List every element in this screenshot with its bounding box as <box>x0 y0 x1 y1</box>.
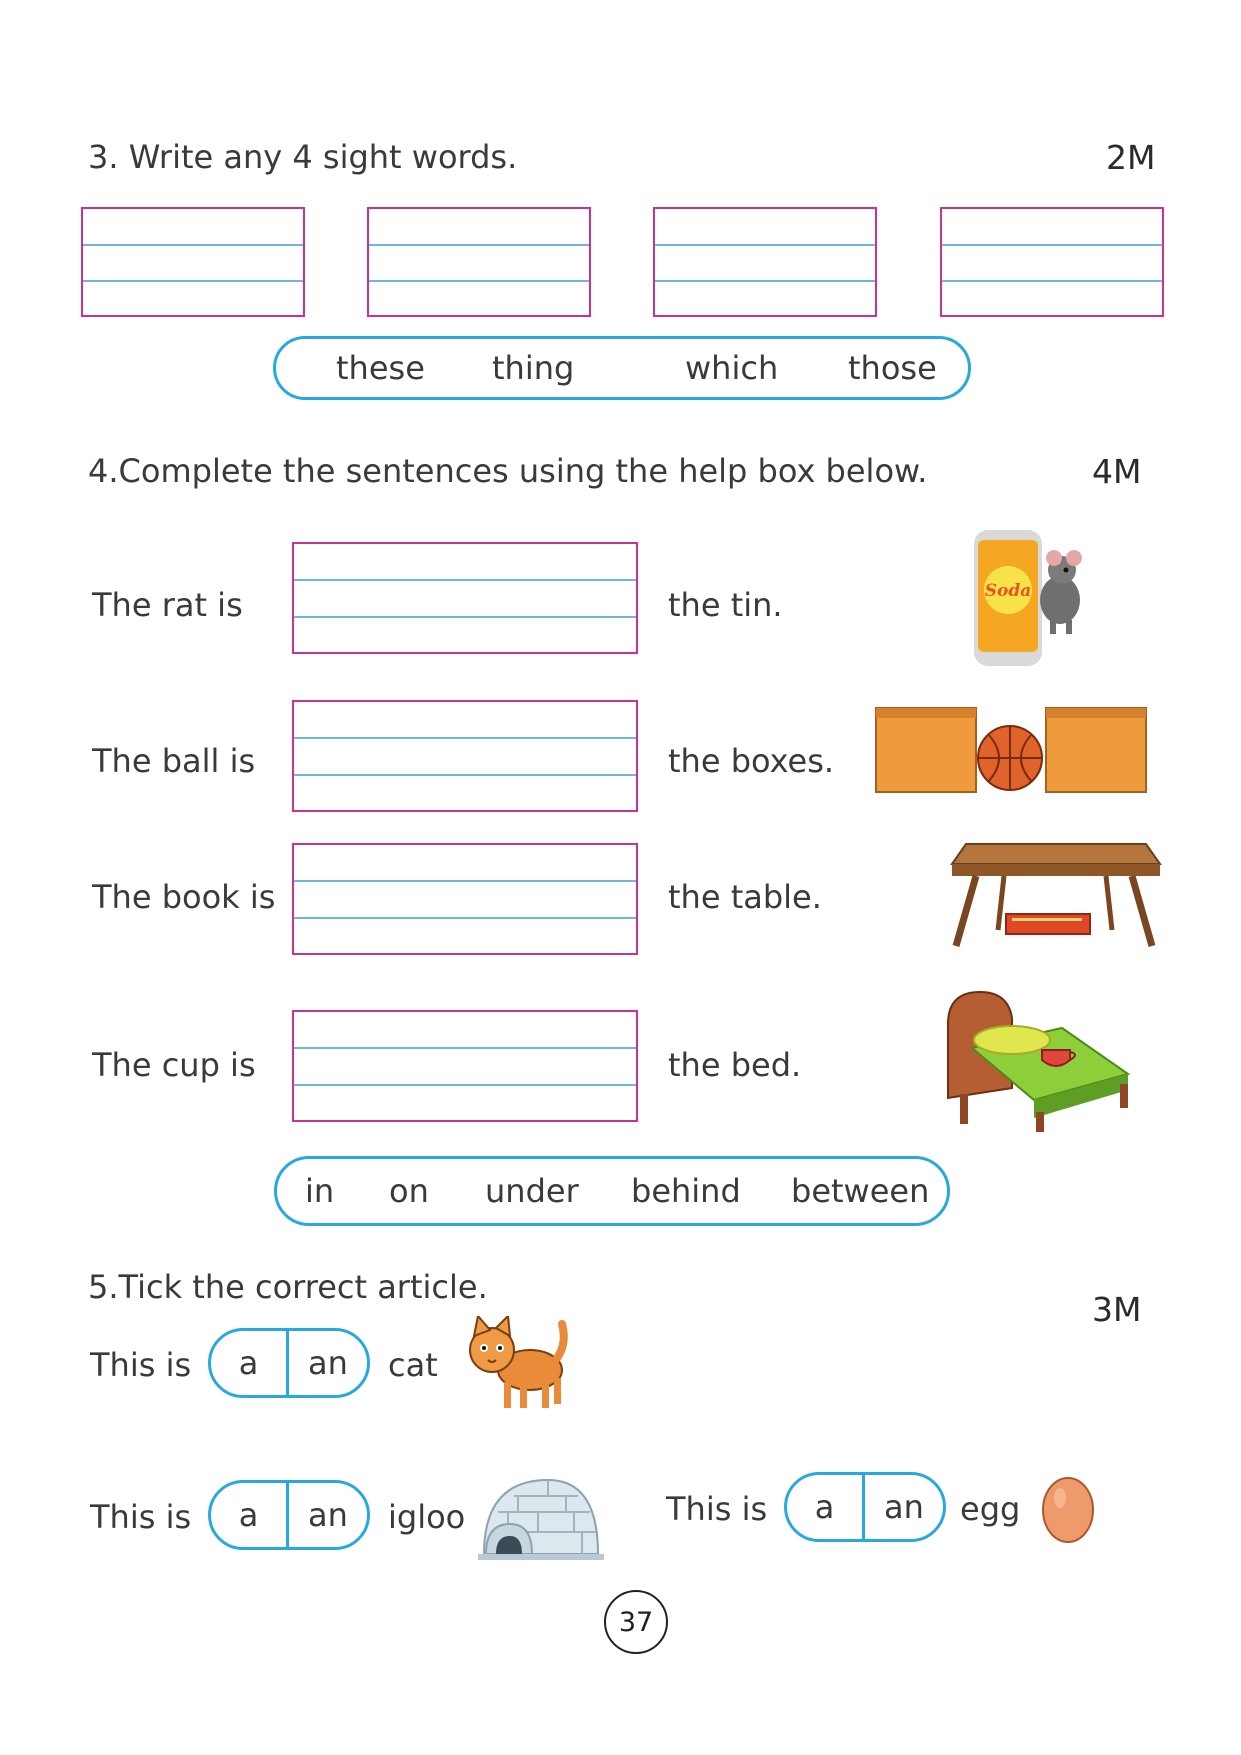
answer-box-1[interactable] <box>292 542 638 654</box>
q4-marks: 4M <box>1092 452 1142 491</box>
sight-word-box-1[interactable] <box>81 207 305 317</box>
article-choice-3: a an <box>784 1472 946 1542</box>
help-word-in: in <box>305 1172 335 1210</box>
help-word-under: under <box>485 1172 579 1210</box>
article-noun-2: igloo <box>388 1498 466 1536</box>
soda-can-rat-picture: Soda <box>970 528 1094 670</box>
help-word-these: these <box>336 349 425 387</box>
igloo-picture <box>478 1474 604 1560</box>
answer-box-3[interactable] <box>292 843 638 955</box>
answer-box-2[interactable] <box>292 700 638 812</box>
book-under-table-picture <box>946 842 1162 952</box>
sentence-object-3: the table. <box>668 878 822 916</box>
help-word-which: which <box>685 349 779 387</box>
article-option-a-3[interactable]: a <box>787 1475 865 1539</box>
q4-title: 4.Complete the sentences using the help … <box>88 452 928 490</box>
sentence-object-1: the tin. <box>668 586 783 624</box>
article-prefix-1: This is <box>90 1346 192 1384</box>
q5-marks: 3M <box>1092 1290 1142 1329</box>
answer-box-4[interactable] <box>292 1010 638 1122</box>
help-word-between: between <box>791 1172 930 1210</box>
sight-word-box-4[interactable] <box>940 207 1164 317</box>
help-word-on: on <box>389 1172 429 1210</box>
article-choice-2: a an <box>208 1480 370 1550</box>
article-option-an-3[interactable]: an <box>865 1475 943 1539</box>
cat-picture <box>464 1313 576 1412</box>
soda-can-label: Soda <box>985 581 1032 601</box>
article-option-a-2[interactable]: a <box>211 1483 289 1547</box>
sentence-subject-3: The book is <box>92 878 276 916</box>
sight-word-box-2[interactable] <box>367 207 591 317</box>
page-number: 37 <box>604 1590 668 1654</box>
sentence-object-2: the boxes. <box>668 742 835 780</box>
ball-between-boxes-picture <box>874 702 1148 794</box>
sight-words-help-box: these thing which those <box>273 336 971 400</box>
sight-word-box-3[interactable] <box>653 207 877 317</box>
article-noun-3: egg <box>960 1490 1021 1528</box>
help-word-those: those <box>848 349 937 387</box>
prepositions-help-box: in on under behind between <box>274 1156 950 1226</box>
sentence-subject-1: The rat is <box>92 586 243 624</box>
help-word-behind: behind <box>631 1172 741 1210</box>
article-option-an-1[interactable]: an <box>289 1331 367 1395</box>
article-option-an-2[interactable]: an <box>289 1483 367 1547</box>
sentence-subject-2: The ball is <box>92 742 256 780</box>
q5-title: 5.Tick the correct article. <box>88 1268 488 1306</box>
q3-title: 3. Write any 4 sight words. <box>88 138 518 176</box>
help-word-thing: thing <box>492 349 575 387</box>
sentence-subject-4: The cup is <box>92 1046 256 1084</box>
article-noun-1: cat <box>388 1346 438 1384</box>
sentence-object-4: the bed. <box>668 1046 802 1084</box>
q3-marks: 2M <box>1106 138 1156 177</box>
article-prefix-3: This is <box>666 1490 768 1528</box>
egg-picture <box>1040 1470 1096 1544</box>
article-option-a-1[interactable]: a <box>211 1331 289 1395</box>
article-choice-1: a an <box>208 1328 370 1398</box>
cup-on-bed-picture <box>942 988 1132 1134</box>
article-prefix-2: This is <box>90 1498 192 1536</box>
